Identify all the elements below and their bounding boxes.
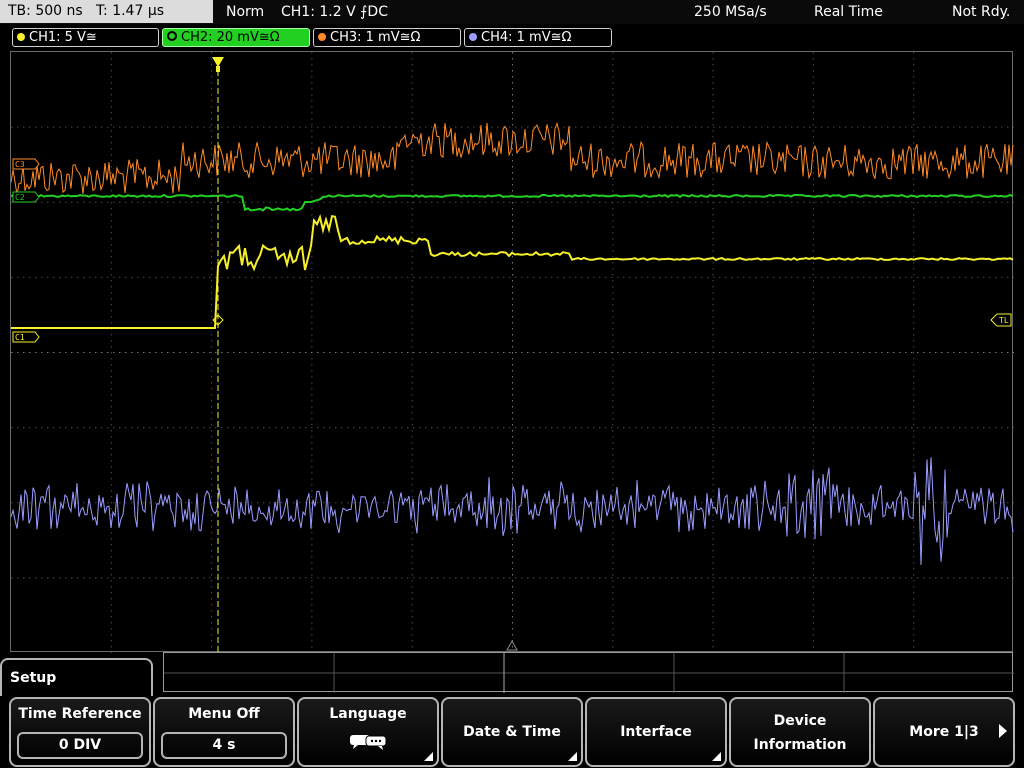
submenu-corner-icon (568, 752, 577, 761)
graticule (11, 52, 1014, 653)
interface-label: Interface (620, 724, 692, 740)
waveform-canvas: C3 C2 C1 TL (11, 52, 1014, 653)
trigger-mode[interactable]: Norm (226, 0, 264, 24)
ch2-ring-icon (167, 31, 177, 41)
zoom-overview-strip[interactable] (163, 652, 1014, 693)
device-info-line1: Device (773, 713, 827, 729)
channel-ch1[interactable]: CH1: 5 V≅ (12, 28, 159, 47)
more-softkey[interactable]: More 1|3 (873, 697, 1015, 767)
ch1-label: CH1: 5 V≅ (29, 30, 97, 45)
ch3-offset-marker[interactable]: C3 (12, 158, 40, 170)
trigger-position-stem (216, 66, 220, 72)
submenu-corner-icon (712, 752, 721, 761)
device-info-line2: Information (753, 737, 847, 753)
ch4-dot-icon (469, 33, 477, 41)
trigger-level-label: TL (999, 316, 1009, 325)
acquisition-state: Not Rdy. (952, 4, 1011, 20)
overview-grid (164, 653, 1014, 693)
time-reference-softkey[interactable]: Time Reference 0 DIV (9, 697, 151, 767)
language-label: Language (329, 706, 407, 722)
speech-bubbles-icon (350, 735, 387, 750)
device-information-softkey[interactable]: Device Information (729, 697, 871, 767)
interface-softkey[interactable]: Interface (585, 697, 727, 767)
trigger-position-marker-icon[interactable] (212, 57, 224, 67)
channel-ch2[interactable]: CH2: 20 mV≅Ω (162, 28, 310, 47)
ch3-marker-label: C3 (15, 160, 25, 169)
ch4-label: CH4: 1 mV≅Ω (481, 30, 572, 45)
time-reference-label: Time Reference (18, 706, 142, 722)
acquisition-mode: Real Time (814, 4, 883, 20)
ch2-label: CH2: 20 mV≅Ω (181, 30, 280, 45)
menu-title-tab: Setup (0, 658, 153, 698)
ch1-offset-marker[interactable]: C1 (12, 331, 40, 343)
timebase-readout[interactable]: TB: 500 ns T: 1.47 µs (0, 0, 213, 23)
ch2-offset-marker[interactable]: C2 (12, 191, 40, 203)
ch3-label: CH3: 1 mV≅Ω (330, 30, 421, 45)
trigger-readout[interactable]: CH1: 1.2 V ⨍DC (281, 0, 388, 24)
time-reference-marker-icon (506, 639, 518, 651)
ch3-dot-icon (318, 33, 326, 41)
trigger-level-marker[interactable]: TL (990, 313, 1012, 327)
date-time-label: Date & Time (463, 724, 561, 740)
ch2-marker-label: C2 (15, 193, 25, 202)
sample-rate: 250 MSa/s (694, 4, 767, 20)
channel-ch3[interactable]: CH3: 1 mV≅Ω (313, 28, 461, 47)
time-reference-value: 0 DIV (17, 732, 143, 759)
menu-off-label: Menu Off (188, 706, 260, 722)
status-bar: TB: 500 ns T: 1.47 µs Norm CH1: 1.2 V ⨍D… (0, 0, 1024, 24)
next-page-arrow-icon (999, 724, 1007, 738)
menu-off-softkey[interactable]: Menu Off 4 s (153, 697, 295, 767)
language-softkey[interactable]: Language (297, 697, 439, 767)
ch1-dot-icon (17, 33, 25, 41)
menu-title: Setup (10, 670, 57, 686)
channel-ch4[interactable]: CH4: 1 mV≅Ω (464, 28, 612, 47)
more-label: More 1|3 (909, 724, 979, 740)
menu-off-value: 4 s (161, 732, 287, 759)
date-time-softkey[interactable]: Date & Time (441, 697, 583, 767)
submenu-corner-icon (424, 752, 433, 761)
waveform-display[interactable]: C3 C2 C1 TL (10, 51, 1014, 653)
ch1-marker-label: C1 (15, 333, 25, 342)
